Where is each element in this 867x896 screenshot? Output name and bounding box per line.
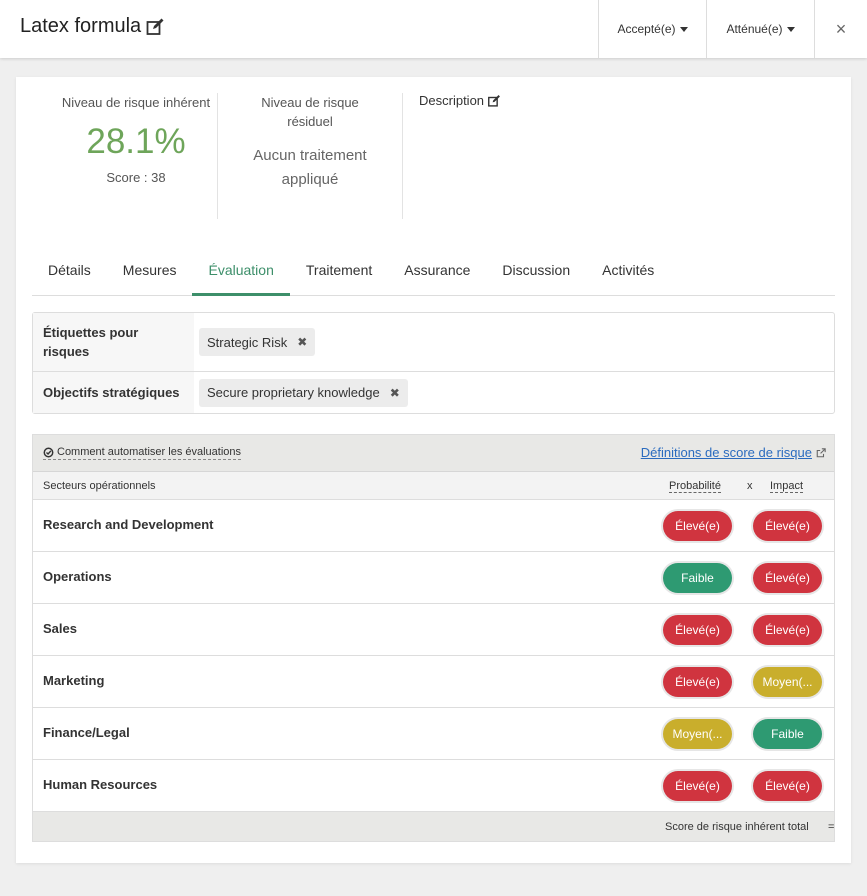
accepted-dropdown[interactable]: Accepté(e) [598, 0, 706, 58]
assessment-column-headers: Secteurs opérationnels Probabilité x Imp… [33, 472, 834, 500]
tag-chip: Strategic Risk ✖ [199, 328, 316, 356]
inherent-risk-score: Score : 38 [106, 170, 166, 185]
automate-assessments-link[interactable]: Comment automatiser les évaluations [43, 446, 242, 460]
tab-details[interactable]: Détails [32, 245, 107, 295]
sectors-column-header: Secteurs opérationnels [43, 480, 156, 492]
risk-card: Niveau de risque inhérent 28.1% Score : … [16, 77, 851, 863]
description-header: Description [419, 93, 602, 108]
inherent-risk-panel: Niveau de risque inhérent 28.1% Score : … [56, 93, 216, 219]
assessment-toolbar: Comment automatiser les évaluations Défi… [33, 435, 834, 472]
total-score-label: Score de risque inhérent total [665, 821, 809, 833]
risk-tags-label: Étiquettes pour risques [33, 313, 194, 371]
inherent-risk-label: Niveau de risque inhérent [61, 95, 211, 110]
tab-measures[interactable]: Mesures [107, 245, 193, 295]
sector-name: Research and Development [43, 517, 214, 532]
description-panel: Description [402, 93, 602, 219]
description-label: Description [419, 93, 485, 108]
sector-name: Human Resources [43, 777, 158, 792]
probability-column-header[interactable]: Probabilité [669, 480, 721, 493]
objectives-row: Objectifs stratégiques Secure proprietar… [33, 372, 834, 413]
sector-name: Marketing [43, 673, 105, 688]
sector-row: Operations Faible Élevé(e) [33, 552, 834, 604]
objectives-cell[interactable]: Secure proprietary knowledge ✖ [194, 372, 834, 413]
risk-tags-row: Étiquettes pour risques Strategic Risk ✖ [33, 313, 834, 372]
total-score-equals: = [828, 821, 835, 833]
tab-label: Assurance [404, 262, 471, 278]
impact-pill[interactable]: Élevé(e) [753, 615, 822, 645]
edit-icon[interactable] [145, 17, 165, 37]
automate-assessments-text: Comment automatiser les évaluations [57, 446, 242, 458]
sector-row: Finance/Legal Moyen(... Faible [33, 708, 834, 760]
objective-chip: Secure proprietary knowledge ✖ [199, 378, 408, 407]
residual-risk-label: Niveau de risque résiduel [261, 95, 359, 129]
tab-evaluation[interactable]: Évaluation [192, 245, 291, 296]
accepted-label: Accepté(e) [617, 22, 676, 36]
residual-risk-value: Aucun traitement appliqué [253, 147, 367, 188]
tab-label: Évaluation [208, 262, 274, 278]
objective-chip-label: Secure proprietary knowledge [207, 385, 380, 400]
tab-label: Discussion [502, 262, 571, 278]
tab-label: Traitement [305, 262, 373, 278]
probability-pill[interactable]: Moyen(... [663, 719, 732, 749]
close-icon: × [835, 18, 847, 39]
impact-column-header[interactable]: Impact [770, 480, 804, 493]
risk-score-definitions-text: Définitions de score de risque [640, 445, 812, 460]
inherent-risk-value: 28.1% [86, 122, 186, 161]
close-button[interactable]: × [814, 0, 867, 58]
tab-label: Activités [602, 262, 655, 278]
impact-pill[interactable]: Élevé(e) [753, 511, 822, 541]
sector-name: Finance/Legal [43, 725, 130, 740]
mitigated-label: Atténué(e) [726, 22, 783, 36]
tab-bar: Détails Mesures Évaluation Traitement As… [32, 245, 835, 296]
probability-pill[interactable]: Élevé(e) [663, 771, 732, 801]
probability-pill[interactable]: Faible [663, 563, 732, 593]
assessment-table: Comment automatiser les évaluations Défi… [32, 434, 835, 842]
sector-row: Human Resources Élevé(e) Élevé(e) [33, 760, 834, 812]
objectives-label: Objectifs stratégiques [33, 372, 194, 413]
tab-label: Mesures [122, 262, 177, 278]
mitigated-dropdown[interactable]: Atténué(e) [706, 0, 814, 58]
sector-name: Sales [43, 621, 77, 636]
page-title: Latex formula [20, 15, 165, 38]
residual-risk-panel: Niveau de risque résiduel Aucun traiteme… [217, 93, 402, 219]
top-bar: Latex formula Accepté(e) Atténué(e) × [0, 0, 867, 58]
refresh-check-icon [43, 447, 54, 457]
probability-pill[interactable]: Élevé(e) [663, 615, 732, 645]
sector-row: Sales Élevé(e) Élevé(e) [33, 604, 834, 656]
caret-down-icon [679, 26, 688, 32]
caret-down-icon [786, 26, 795, 32]
multiply-symbol: x [747, 480, 753, 492]
impact-pill[interactable]: Élevé(e) [753, 771, 822, 801]
assessment-rows: Research and Development Élevé(e) Élevé(e)… [33, 500, 834, 812]
impact-pill[interactable]: Élevé(e) [753, 563, 822, 593]
tab-discussion[interactable]: Discussion [486, 245, 586, 295]
assessment-footer: Score de risque inhérent total = [33, 812, 835, 841]
page-title-text: Latex formula [20, 15, 142, 37]
impact-pill[interactable]: Moyen(... [753, 667, 822, 697]
tab-treatment[interactable]: Traitement [290, 245, 388, 295]
edit-icon[interactable] [487, 94, 501, 108]
remove-objective-icon[interactable]: ✖ [390, 386, 400, 400]
remove-tag-icon[interactable]: ✖ [297, 335, 307, 349]
risk-score-definitions-link[interactable]: Définitions de score de risque [641, 445, 826, 460]
impact-pill[interactable]: Faible [753, 719, 822, 749]
tab-insurance[interactable]: Assurance [388, 245, 486, 295]
tab-label: Détails [48, 262, 91, 278]
sector-row: Marketing Élevé(e) Moyen(... [33, 656, 834, 708]
external-link-icon [816, 447, 826, 457]
probability-pill[interactable]: Élevé(e) [663, 667, 732, 697]
tags-table: Étiquettes pour risques Strategic Risk ✖… [32, 312, 835, 414]
tag-chip-label: Strategic Risk [207, 334, 288, 350]
sector-row: Research and Development Élevé(e) Élevé(e) [33, 500, 834, 552]
tab-activities[interactable]: Activités [586, 245, 670, 295]
sector-name: Operations [43, 569, 112, 584]
probability-pill[interactable]: Élevé(e) [663, 511, 732, 541]
risk-tags-cell[interactable]: Strategic Risk ✖ [194, 313, 834, 371]
